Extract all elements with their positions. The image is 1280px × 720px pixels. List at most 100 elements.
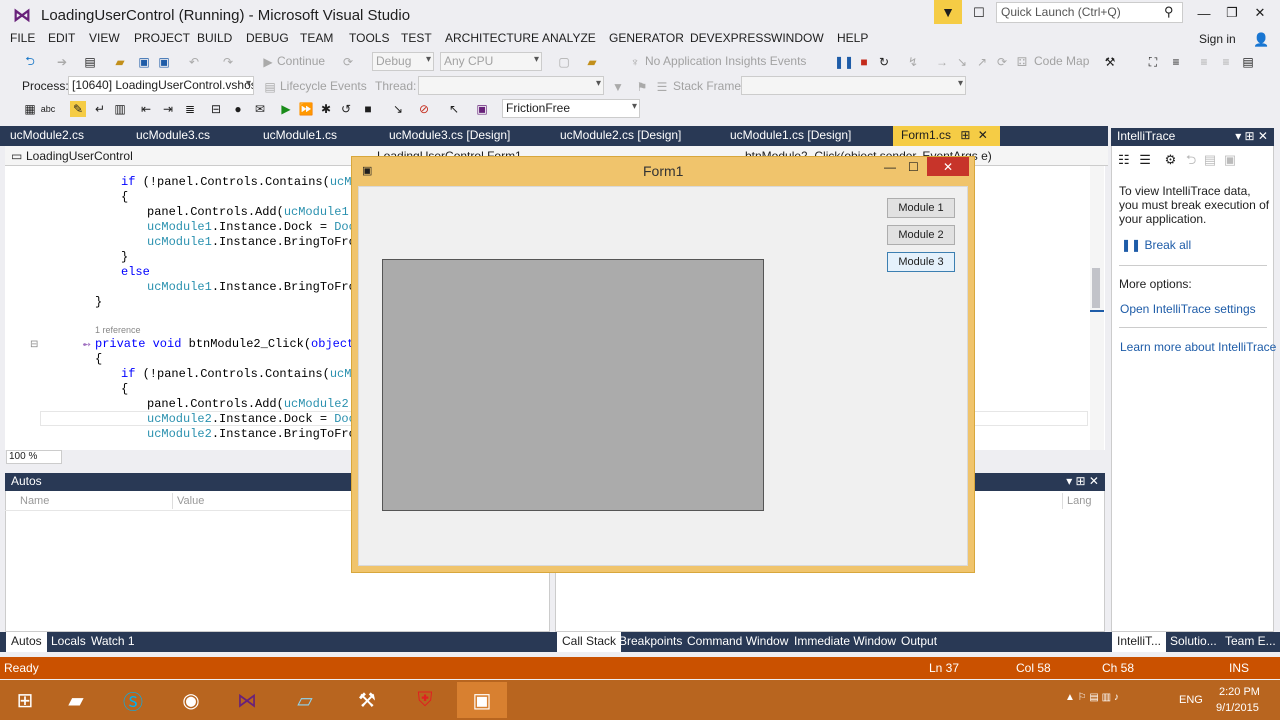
tab-watch1[interactable]: Watch 1 <box>86 632 140 652</box>
param-info-icon[interactable]: ▥ <box>112 101 128 117</box>
continue-button[interactable]: Continue <box>277 54 325 68</box>
collapse-icon[interactable]: ⊟ <box>30 339 38 350</box>
visual-studio-icon[interactable]: ⋈ <box>222 682 272 718</box>
refresh-icon[interactable]: ⟳ <box>340 54 356 70</box>
tools-app-icon[interactable]: ⚒ <box>342 682 392 718</box>
align-icon[interactable]: ≡ <box>1196 54 1212 70</box>
open-settings-link[interactable]: Open IntelliTrace settings <box>1120 302 1256 316</box>
call-stack-col-lang[interactable]: Lang <box>1067 495 1091 507</box>
tab-form1-cs[interactable]: Form1.cs ⊞ ✕ <box>893 126 1000 146</box>
list-view-icon[interactable]: ☷ <box>1118 152 1130 167</box>
menu-analyze[interactable]: ANALYZE <box>542 31 596 45</box>
attach-icon[interactable]: ▰ <box>584 54 600 70</box>
editor-vertical-scrollbar[interactable] <box>1090 166 1104 450</box>
form-close-button[interactable]: ✕ <box>927 157 969 176</box>
continue-icon[interactable]: ▶ <box>260 54 276 70</box>
nav-project-dropdown[interactable]: LoadingUserControl <box>26 149 133 163</box>
profiler-icon[interactable]: ▣ <box>474 101 490 117</box>
step-icon[interactable]: ↘ <box>390 101 406 117</box>
step-out-icon[interactable]: ↗ <box>974 54 990 70</box>
comment-icon[interactable]: ▤ <box>1240 54 1256 70</box>
stop-tests-icon[interactable]: ■ <box>360 101 376 117</box>
menu-devexpress[interactable]: DEVEXPRESS <box>690 31 771 45</box>
repeat-icon[interactable]: ↺ <box>338 101 354 117</box>
tools-icon[interactable]: ⚒ <box>1102 54 1118 70</box>
run-icon[interactable]: ▶ <box>278 101 294 117</box>
undo-icon[interactable]: ↶ <box>186 54 202 70</box>
clock-time[interactable]: 2:20 PM <box>1219 686 1260 698</box>
open-icon[interactable]: ▤ <box>1204 152 1216 167</box>
menu-window[interactable]: WINDOW <box>771 31 824 45</box>
tab-immediate-window[interactable]: Immediate Window <box>789 632 901 652</box>
clock-date[interactable]: 9/1/2015 <box>1216 702 1259 714</box>
back-icon[interactable]: ⮌ <box>22 54 38 70</box>
restart-icon[interactable]: ↻ <box>876 54 892 70</box>
menu-architecture[interactable]: ARCHITECTURE <box>445 31 539 45</box>
indent-icon-2[interactable]: ⇥ <box>160 101 176 117</box>
word-wrap-icon[interactable]: ↵ <box>92 101 108 117</box>
layout-icon[interactable]: ⛶ <box>1145 54 1161 70</box>
menu-tools[interactable]: TOOLS <box>349 31 389 45</box>
spell-check-icon[interactable]: abc <box>40 101 56 117</box>
menu-help[interactable]: HELP <box>837 31 868 45</box>
break-all-link[interactable]: ❚❚ Break all <box>1121 238 1191 252</box>
chat-icon[interactable]: ● <box>230 101 246 117</box>
flag-icon[interactable]: ⚑ <box>634 79 650 95</box>
nav-back-icon[interactable]: ⮌ <box>1186 152 1196 167</box>
tab-team-explorer[interactable]: Team E... <box>1220 632 1280 652</box>
restore-button[interactable]: ❐ <box>1220 2 1244 24</box>
notepad-icon[interactable]: ▱ <box>280 682 330 718</box>
hot-reload-icon[interactable]: ↯ <box>905 54 921 70</box>
process-dropdown[interactable]: [10640] LoadingUserControl.vshos <box>68 76 254 95</box>
config-dropdown[interactable]: Debug <box>372 52 434 71</box>
sign-in-link[interactable]: Sign in <box>1199 32 1236 46</box>
close-window-button[interactable]: ✕ <box>1248 2 1272 24</box>
form-app-icon[interactable]: ▣ <box>457 682 507 718</box>
close-tab-icon[interactable]: ✕ <box>978 128 988 142</box>
learn-more-link[interactable]: Learn more about IntelliTrace <box>1120 340 1276 354</box>
menu-build[interactable]: BUILD <box>197 31 232 45</box>
chrome-icon[interactable]: ◉ <box>166 682 216 718</box>
tab-intellitrace[interactable]: IntelliT... <box>1112 632 1167 652</box>
forward-icon[interactable]: ➔ <box>54 54 70 70</box>
tab-ucmodule1-design[interactable]: ucModule1.cs [Design] <box>722 126 859 146</box>
menu-generator[interactable]: GENERATOR <box>609 31 684 45</box>
tab-locals[interactable]: Locals <box>46 632 91 652</box>
scrollbar-thumb[interactable] <box>1092 268 1100 308</box>
autos-col-name[interactable]: Name <box>20 495 49 507</box>
redo-icon[interactable]: ↷ <box>220 54 236 70</box>
feedback-icon[interactable]: ☐ <box>970 4 988 22</box>
menu-team[interactable]: TEAM <box>300 31 333 45</box>
autos-col-value[interactable]: Value <box>177 495 204 507</box>
insights-icon[interactable]: ♆ <box>627 54 643 70</box>
skype-icon[interactable]: Ⓢ <box>108 682 158 718</box>
form-minimize-button[interactable]: — <box>884 160 896 174</box>
comment-out-icon[interactable]: ≣ <box>182 101 198 117</box>
zoom-dropdown[interactable]: 100 % <box>6 450 62 464</box>
minimize-button[interactable]: — <box>1192 2 1216 24</box>
step-over-icon[interactable]: → <box>934 54 950 70</box>
tab-ucmodule1-cs[interactable]: ucModule1.cs <box>255 126 345 146</box>
lifecycle-icon[interactable]: ▤ <box>262 79 278 95</box>
save-icon[interactable]: ▣ <box>136 54 152 70</box>
tab-ucmodule2-design[interactable]: ucModule2.cs [Design] <box>552 126 689 146</box>
tab-autos[interactable]: Autos <box>6 632 47 652</box>
format-icon[interactable]: ≡ <box>1168 54 1184 70</box>
menu-edit[interactable]: EDIT <box>48 31 75 45</box>
menu-file[interactable]: FILE <box>10 31 35 45</box>
user-icon[interactable]: 👤 <box>1253 32 1269 48</box>
module2-button[interactable]: Module 2 <box>887 225 955 245</box>
open-file-icon[interactable]: ▰ <box>112 54 128 70</box>
calls-view-icon[interactable]: ☰ <box>1139 152 1151 167</box>
shield-app-icon[interactable]: ⛨ <box>400 682 450 718</box>
form-maximize-button[interactable]: ☐ <box>908 160 919 174</box>
language-indicator[interactable]: ENG <box>1179 694 1203 706</box>
stack-frame-dropdown[interactable] <box>741 76 966 95</box>
panel-options-icon[interactable]: ▾ ⊞ ✕ <box>1235 129 1268 143</box>
tab-ucmodule3-cs[interactable]: ucModule3.cs <box>128 126 218 146</box>
stop-icon[interactable]: ■ <box>856 54 872 70</box>
tab-breakpoints[interactable]: Breakpoints <box>614 632 687 652</box>
thread-dropdown[interactable] <box>418 76 604 95</box>
thread-filter-icon[interactable]: ▼ <box>610 79 626 95</box>
outdent-icon[interactable]: ⇤ <box>138 101 154 117</box>
